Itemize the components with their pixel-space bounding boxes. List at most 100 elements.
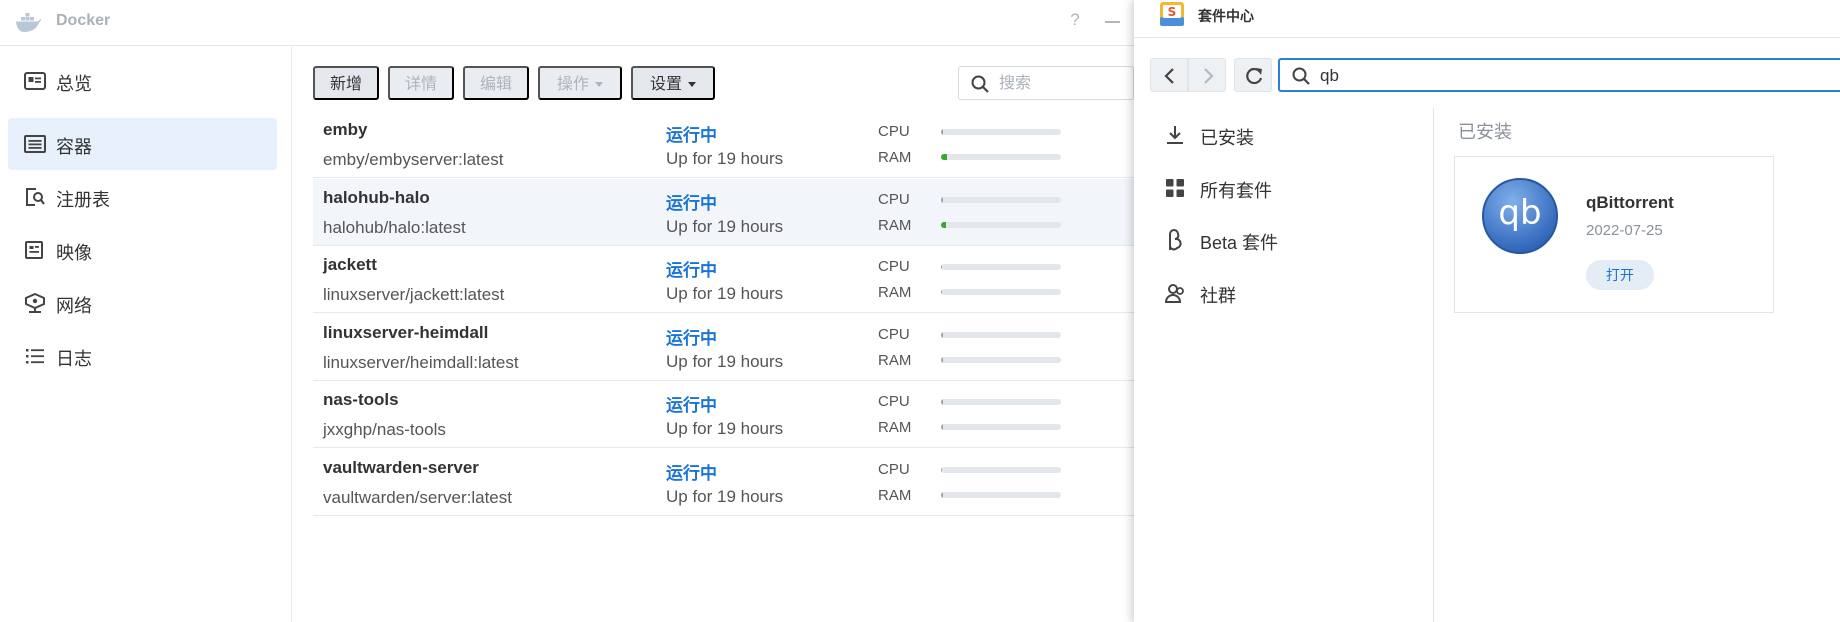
cpu-usage-bar [941, 264, 1061, 271]
docker-window: Docker ? 总览 容器 注册表 映像 网络 日志 新增 详情 编辑 操作 … [0, 0, 1134, 622]
app-card-qbittorrent[interactable]: qb qBittorrent 2022-07-25 打开 [1454, 156, 1774, 313]
svg-text:S: S [1168, 5, 1177, 19]
section-title: 已安装 [1458, 122, 1512, 142]
pkg-nav-label: Beta 套件 [1200, 233, 1279, 253]
container-uptime: Up for 19 hours [666, 351, 784, 371]
image-icon [25, 241, 43, 259]
cpu-usage-fill [941, 467, 942, 473]
container-uptime: Up for 19 hours [666, 149, 784, 168]
ram-usage-fill [941, 154, 947, 160]
table-row[interactable]: vaultwarden-server vaultwarden/server:lat… [313, 449, 1134, 516]
sidebar-item-images[interactable]: 映像 [8, 224, 277, 276]
cpu-usage-bar [941, 467, 1061, 473]
sidebar: 总览 容器 注册表 映像 网络 日志 [0, 47, 292, 622]
cpu-label: CPU [878, 123, 910, 140]
window-title: Docker [56, 12, 111, 29]
container-image: halohub/halo:latest [323, 217, 466, 237]
detail-button[interactable]: 详情 [388, 66, 454, 100]
sidebar-item-label: 映像 [56, 243, 92, 263]
sidebar-item-registry[interactable]: 注册表 [8, 171, 277, 223]
container-name: halohub-halo [323, 187, 430, 207]
sidebar-item-label: 注册表 [56, 190, 110, 210]
settings-dropdown-button[interactable]: 设置 [631, 66, 715, 100]
ram-usage-bar [941, 289, 1061, 296]
ram-label: RAM [878, 487, 912, 504]
ram-usage-bar [941, 221, 1061, 228]
docker-whale-icon [16, 13, 42, 32]
download-icon [1167, 126, 1183, 144]
network-icon [25, 293, 45, 313]
app-name: qBittorrent [1586, 193, 1674, 212]
ram-label: RAM [878, 284, 912, 302]
search-input[interactable] [999, 73, 1129, 95]
sidebar-item-containers[interactable]: 容器 [8, 118, 277, 170]
table-row[interactable]: halohub-halo halohub/halo:latest 运行中 Up for… [313, 178, 1134, 246]
help-button[interactable]: ? [1064, 10, 1086, 32]
sidebar-item-network[interactable]: 网络 [8, 277, 277, 329]
status-badge: 运行中 [666, 193, 717, 213]
search-icon [971, 75, 989, 93]
pkg-nav-label: 社群 [1200, 286, 1236, 306]
ram-usage-bar [941, 356, 1061, 363]
refresh-button[interactable] [1234, 58, 1272, 92]
action-dropdown-button[interactable]: 操作 [538, 66, 622, 100]
package-sidebar: 已安装 所有套件 Beta 套件 社群 [1134, 108, 1434, 622]
sidebar-item-log[interactable]: 日志 [8, 330, 277, 382]
chevron-down-icon [688, 82, 696, 88]
chevron-right-icon [1204, 68, 1214, 84]
ram-usage-fill [941, 221, 946, 228]
log-list-icon [26, 349, 44, 364]
container-image: jxxghp/nas-tools [323, 420, 446, 440]
minimize-button[interactable] [1102, 10, 1124, 32]
cpu-label: CPU [878, 190, 910, 208]
grid-icon [1166, 179, 1184, 197]
open-button[interactable]: 打开 [1586, 260, 1654, 290]
package-center-logo-icon: S [1160, 2, 1184, 26]
cpu-label: CPU [878, 461, 910, 478]
add-button[interactable]: 新增 [313, 66, 379, 100]
table-row[interactable]: nas-tools jxxghp/nas-tools 运行中 Up for 19 ho… [313, 381, 1134, 449]
status-badge: 运行中 [666, 328, 717, 348]
container-name: nas-tools [323, 390, 399, 410]
package-search-input[interactable] [1320, 65, 1820, 87]
container-name: vaultwarden-server [323, 458, 479, 477]
registry-search-icon [26, 188, 45, 206]
ram-usage-bar [941, 154, 1061, 160]
container-name: jackett [323, 255, 377, 275]
status-badge: 运行中 [666, 396, 717, 416]
table-row[interactable]: jackett linuxserver/jackett:latest 运行中 Up f… [313, 246, 1134, 314]
status-badge: 运行中 [666, 126, 717, 145]
cpu-usage-bar [941, 399, 1061, 406]
container-name: linuxserver-heimdall [323, 322, 489, 342]
ram-usage-fill [941, 424, 943, 431]
ram-usage-fill [941, 356, 943, 363]
cpu-usage-fill [941, 129, 943, 135]
chevron-down-icon [595, 82, 603, 88]
cpu-usage-bar [941, 196, 1061, 203]
cpu-usage-fill [941, 399, 943, 406]
app-icon-text: qb [1498, 193, 1542, 233]
refresh-icon [1246, 67, 1263, 85]
sidebar-item-overview[interactable]: 总览 [8, 55, 277, 107]
edit-button[interactable]: 编辑 [463, 66, 529, 100]
action-label: 操作 [556, 76, 589, 93]
back-button[interactable] [1150, 58, 1188, 92]
status-badge: 运行中 [666, 464, 717, 483]
ram-label: RAM [878, 351, 912, 369]
settings-label: 设置 [649, 76, 682, 93]
container-image: vaultwarden/server:latest [323, 488, 512, 507]
table-row[interactable]: emby emby/embyserver:latest 运行中 Up for 19 h… [313, 111, 1134, 178]
table-row[interactable]: linuxserver-heimdall linuxserver/heimdall… [313, 314, 1134, 381]
community-icon [1164, 284, 1184, 303]
forward-button[interactable] [1188, 58, 1226, 92]
dashboard-icon [24, 72, 46, 90]
cpu-label: CPU [878, 393, 910, 411]
ram-usage-bar [941, 492, 1061, 498]
sidebar-item-label: 总览 [56, 74, 92, 94]
search-icon [1292, 67, 1310, 85]
pkg-nav-label: 所有套件 [1200, 181, 1272, 201]
sidebar-item-label: 网络 [56, 296, 92, 316]
container-name: emby [323, 120, 368, 139]
ram-label: RAM [878, 419, 912, 437]
app-date: 2022-07-25 [1586, 222, 1663, 239]
